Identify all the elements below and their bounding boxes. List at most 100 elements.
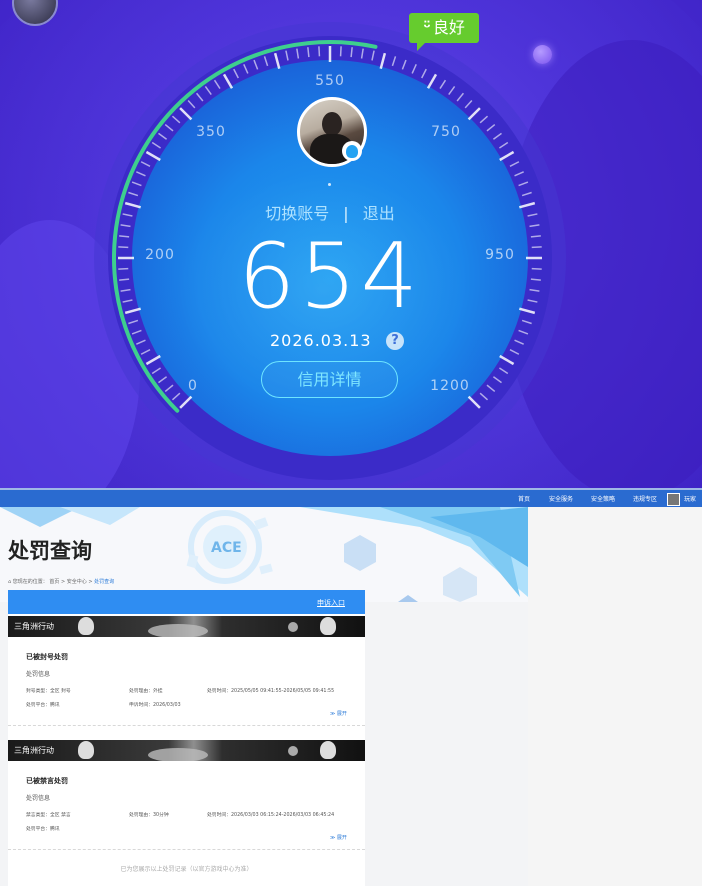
smile-icon: ᵕ̈ bbox=[423, 18, 431, 37]
expand-label: 展开 bbox=[336, 835, 347, 841]
breadcrumb-prefix: 您现在的位置： bbox=[12, 579, 48, 585]
gauge-tick bbox=[514, 339, 524, 345]
gauge-tick bbox=[158, 376, 168, 384]
record-time: 处罚时间：2026/03/03 06:15:24-2026/03/03 06:4… bbox=[207, 813, 335, 818]
gauge-tick bbox=[518, 181, 529, 187]
gauge-tick bbox=[145, 354, 161, 366]
gauge-tick bbox=[371, 50, 375, 61]
gauge-tick bbox=[401, 59, 407, 70]
account-separator: | bbox=[343, 204, 349, 223]
record-reason: 处罚理由：外挂 bbox=[129, 689, 163, 694]
tick-label-350: 350 bbox=[196, 124, 226, 140]
page-title: 处罚查询 bbox=[8, 539, 92, 563]
gauge-tick bbox=[171, 392, 181, 401]
nickname-dot bbox=[328, 183, 331, 186]
gauge-tick bbox=[273, 52, 281, 70]
record-divider bbox=[8, 849, 365, 850]
gauge-tick bbox=[499, 150, 515, 162]
game-banner: 三角洲行动 bbox=[8, 740, 365, 761]
gauge-tick bbox=[479, 392, 489, 401]
account-actions: 切换账号 | 退出 bbox=[0, 200, 660, 224]
gauge-tick bbox=[140, 349, 151, 355]
astronaut-icon bbox=[78, 617, 94, 635]
game-name: 三角洲行动 bbox=[14, 622, 54, 631]
gauge-tick bbox=[411, 64, 417, 74]
qq-penguin-icon bbox=[342, 141, 362, 161]
ufo-icon bbox=[148, 624, 208, 637]
gauge-tick bbox=[426, 73, 438, 89]
planet-icon bbox=[288, 622, 298, 632]
tick-label-750: 750 bbox=[431, 124, 461, 140]
gauge-tick bbox=[164, 124, 174, 132]
record-title: 已被禁言处罚 bbox=[26, 777, 68, 785]
nav-avatar[interactable] bbox=[667, 493, 680, 506]
record-appeal-time: 申诉时间：2026/03/03 bbox=[129, 703, 181, 708]
record-platform: 处罚平台：腾讯 bbox=[26, 827, 60, 832]
gauge-tick bbox=[128, 191, 139, 197]
record-type: 封号类型：全区 封号 bbox=[26, 689, 71, 694]
gauge-tick bbox=[464, 99, 473, 109]
record-reason: 处罚理由：30分钟 bbox=[129, 813, 169, 818]
logout-link[interactable]: 退出 bbox=[363, 204, 395, 223]
tick-label-1200: 1200 bbox=[430, 378, 470, 394]
gauge-tick bbox=[318, 46, 321, 57]
gauge-tick bbox=[263, 56, 269, 67]
gauge-tick bbox=[499, 367, 509, 375]
home-icon: ⌂ bbox=[8, 579, 12, 585]
astronaut-icon bbox=[78, 741, 94, 759]
gauge-tick bbox=[492, 132, 502, 140]
game-banner: 三角洲行动 bbox=[8, 616, 365, 637]
nav-item-home[interactable]: 首页 bbox=[518, 494, 530, 503]
gauge-tick bbox=[467, 107, 481, 121]
gauge-tick bbox=[499, 354, 515, 366]
expand-label: 展开 bbox=[336, 711, 347, 717]
records-footer-note: 已为您展示以上处罚记录（以官方游戏中心为准） bbox=[120, 866, 253, 873]
record-divider bbox=[8, 725, 365, 726]
svg-text:ACE: ACE bbox=[211, 540, 242, 556]
record-subtitle: 处罚信息 bbox=[26, 671, 51, 678]
credit-detail-button[interactable]: 信用详情 bbox=[261, 361, 398, 398]
penalty-panel: 申诉入口 三角洲行动 已被封号处罚 处罚信息 封号类型：全区 封号 处罚理由：外… bbox=[8, 590, 365, 886]
gauge-tick bbox=[448, 86, 456, 96]
gauge-tick bbox=[145, 150, 161, 162]
gauge-tick bbox=[253, 59, 259, 70]
gauge-tick bbox=[233, 68, 239, 79]
rating-label: 良好 bbox=[432, 18, 465, 37]
gauge-tick bbox=[350, 47, 353, 58]
gauge-tick bbox=[509, 161, 520, 167]
gauge-tick bbox=[486, 124, 496, 132]
credit-score-value: 654 bbox=[238, 224, 422, 329]
nav-item-violations[interactable]: 违规专区 bbox=[633, 494, 657, 503]
gauge-tick bbox=[456, 92, 464, 102]
expand-button[interactable]: ≫ 展开 bbox=[330, 710, 347, 717]
gauge-tick bbox=[339, 46, 342, 57]
gauge-tick bbox=[204, 86, 212, 96]
gauge-tick bbox=[131, 181, 142, 187]
help-icon[interactable]: ? bbox=[386, 332, 404, 350]
gauge-tick bbox=[285, 50, 289, 61]
record-platform: 处罚平台：腾讯 bbox=[26, 703, 60, 708]
chevron-down-icon: ≫ bbox=[330, 835, 336, 841]
gauge-tick bbox=[151, 367, 161, 375]
gauge-tick bbox=[296, 48, 300, 59]
breadcrumb-home[interactable]: 首页 bbox=[49, 579, 59, 585]
gauge-tick bbox=[213, 79, 221, 89]
gauge-tick bbox=[391, 56, 397, 67]
gauge-tick bbox=[196, 92, 204, 102]
tick-label-550: 550 bbox=[315, 73, 345, 89]
expand-button[interactable]: ≫ 展开 bbox=[330, 834, 347, 841]
breadcrumb-security[interactable]: 安全中心 bbox=[67, 579, 87, 585]
record-time: 处罚时间：2025/05/05 09:41:55-2026/05/05 09:4… bbox=[207, 689, 335, 694]
gauge-tick bbox=[151, 141, 161, 149]
gauge-tick bbox=[171, 115, 181, 124]
gauge-tick bbox=[140, 161, 151, 167]
nav-username[interactable]: 玩家 bbox=[684, 494, 696, 503]
appeal-link[interactable]: 申诉入口 bbox=[317, 598, 345, 608]
gauge-tick bbox=[521, 191, 532, 197]
switch-account-link[interactable]: 切换账号 bbox=[265, 204, 329, 223]
nav-item-security-policy[interactable]: 安全策略 bbox=[591, 494, 615, 503]
tick-label-0: 0 bbox=[188, 378, 198, 394]
credit-score-panel: 0 200 350 550 750 950 1200 ᵕ̈ 良好 切换账号 | 退出… bbox=[0, 0, 702, 488]
breadcrumb: ⌂ 您现在的位置： 首页 > 安全中心 > 处罚查询 bbox=[8, 579, 115, 585]
nav-item-security-service[interactable]: 安全服务 bbox=[549, 494, 573, 503]
